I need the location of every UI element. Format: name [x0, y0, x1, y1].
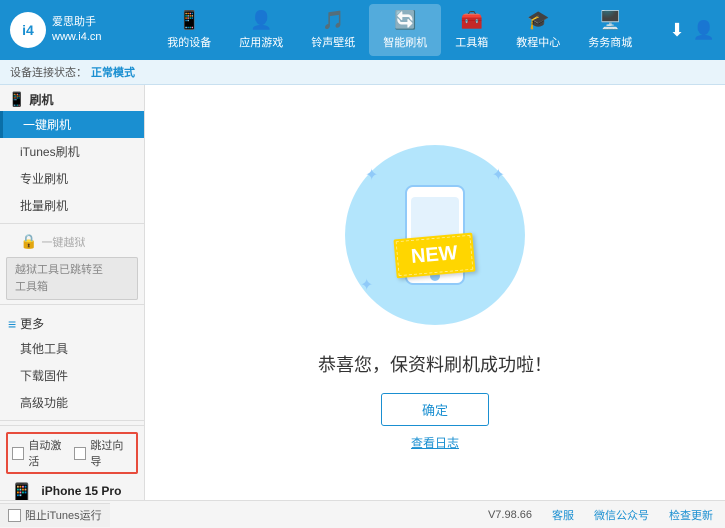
status-prefix: 设备连接状态： — [10, 64, 87, 80]
device-phone-icon: 📱 — [8, 482, 35, 500]
sidebar-item-advanced[interactable]: 高级功能 — [0, 389, 144, 416]
device-name: iPhone 15 Pro Max — [41, 482, 136, 500]
logo-line1: 爱思助手 — [52, 15, 102, 30]
sidebar: 📱 刷机 一键刷机 iTunes刷机 专业刷机 批量刷机 🔒 一键越狱 越狱工具… — [0, 85, 145, 500]
logo: i4 爱思助手 www.i4.cn — [10, 12, 130, 48]
sidebar-divider-2 — [0, 304, 144, 305]
device-details: iPhone 15 Pro Max 512GB iPhone — [41, 482, 136, 500]
success-illustration: ✦ ✦ ✦ NEW — [335, 135, 535, 335]
tab-apps-games-label: 应用游戏 — [239, 34, 283, 50]
new-ribbon: NEW — [393, 232, 475, 278]
main-layout: 📱 刷机 一键刷机 iTunes刷机 专业刷机 批量刷机 🔒 一键越狱 越狱工具… — [0, 85, 725, 500]
tab-smart-flash-label: 智能刷机 — [383, 34, 427, 50]
auto-activate-row: 自动激活 跳过向导 — [6, 432, 138, 474]
logo-icon: i4 — [10, 12, 46, 48]
sidebar-item-pro-flash[interactable]: 专业刷机 — [0, 165, 144, 192]
logo-circle-text: i4 — [22, 22, 34, 38]
stop-itunes-label: 阻止iTunes运行 — [25, 507, 102, 523]
header-right: ⬇ 👤 — [669, 20, 715, 41]
auto-activate-label[interactable]: 自动激活 — [28, 437, 70, 469]
sidebar-item-download-firmware[interactable]: 下载固件 — [0, 362, 144, 389]
sidebar-divider-1 — [0, 223, 144, 224]
tab-toolbox-icon: 🧰 — [461, 10, 483, 31]
version-label: V7.98.66 — [488, 509, 532, 521]
sidebar-item-one-key-flash[interactable]: 一键刷机 — [0, 111, 144, 138]
sidebar-divider-3 — [0, 420, 144, 421]
content-area: ✦ ✦ ✦ NEW 恭喜您，保资料刷机成功啦！ 确定 查看日志 — [145, 85, 725, 500]
tab-apps-games-icon: 👤 — [250, 10, 272, 31]
sparkle-top-left-icon: ✦ — [365, 165, 378, 185]
tab-tutorial[interactable]: 🎓 教程中心 — [502, 4, 574, 56]
tab-smart-flash[interactable]: 🔄 智能刷机 — [369, 4, 441, 56]
ok-button[interactable]: 确定 — [381, 393, 489, 426]
tab-tutorial-label: 教程中心 — [516, 34, 560, 50]
flash-icon: 📱 — [8, 91, 25, 108]
check-update-link[interactable]: 检查更新 — [669, 507, 713, 523]
tab-my-device[interactable]: 📱 我的设备 — [153, 4, 225, 56]
success-message: 恭喜您，保资料刷机成功啦！ — [318, 351, 552, 377]
tab-tutorial-icon: 🎓 — [527, 10, 549, 31]
tab-service[interactable]: 🖥️ 务务商城 — [574, 4, 646, 56]
tab-service-icon: 🖥️ — [599, 10, 621, 31]
sidebar-flash-header: 📱 刷机 — [0, 85, 144, 111]
header: i4 爱思助手 www.i4.cn 📱 我的设备 👤 应用游戏 🎵 铃声壁纸 🔄… — [0, 0, 725, 60]
logo-line2: www.i4.cn — [52, 30, 102, 45]
lock-icon: 🔒 — [20, 233, 37, 250]
sidebar-item-other-tools[interactable]: 其他工具 — [0, 335, 144, 362]
tab-toolbox-label: 工具箱 — [455, 34, 488, 50]
nav-tabs: 📱 我的设备 👤 应用游戏 🎵 铃声壁纸 🔄 智能刷机 🧰 工具箱 🎓 教程中心… — [130, 4, 669, 56]
download-button[interactable]: ⬇ — [669, 20, 684, 41]
more-icon: ≡ — [8, 316, 16, 332]
tab-toolbox[interactable]: 🧰 工具箱 — [441, 4, 502, 56]
status-bar: 设备连接状态： 正常模式 — [0, 60, 725, 85]
bottom-right: V7.98.66 客服 微信公众号 检查更新 — [476, 507, 725, 523]
skip-guide-label[interactable]: 跳过向导 — [90, 437, 132, 469]
logo-text: 爱思助手 www.i4.cn — [52, 15, 102, 46]
sparkle-bottom-left-icon: ✦ — [360, 275, 373, 295]
stop-itunes-section: 阻止iTunes运行 — [0, 503, 110, 527]
view-log-link[interactable]: 查看日志 — [411, 434, 459, 451]
tab-ringtones[interactable]: 🎵 铃声壁纸 — [297, 4, 369, 56]
tab-my-device-icon: 📱 — [178, 10, 200, 31]
wechat-link[interactable]: 微信公众号 — [594, 507, 649, 523]
tab-my-device-label: 我的设备 — [167, 34, 211, 50]
sidebar-jailbreak-notice: 越狱工具已跳转至工具箱 — [6, 257, 138, 300]
skip-guide-checkbox[interactable] — [74, 447, 86, 460]
stop-itunes-checkbox[interactable] — [8, 509, 21, 522]
bottom-bar: 阻止iTunes运行 V7.98.66 客服 微信公众号 检查更新 — [0, 500, 725, 528]
phone-container: NEW — [405, 185, 465, 285]
sidebar-item-batch-flash[interactable]: 批量刷机 — [0, 192, 144, 219]
tab-ringtones-icon: 🎵 — [322, 10, 344, 31]
user-button[interactable]: 👤 — [693, 20, 715, 41]
sparkle-top-right-icon: ✦ — [492, 165, 505, 185]
sidebar-more-header: ≡ 更多 — [0, 309, 144, 335]
auto-activate-checkbox[interactable] — [12, 447, 24, 460]
device-info: 📱 iPhone 15 Pro Max 512GB iPhone — [6, 478, 138, 500]
device-section: 自动激活 跳过向导 📱 iPhone 15 Pro Max 512GB iPho… — [0, 425, 144, 500]
tab-ringtones-label: 铃声壁纸 — [311, 34, 355, 50]
tab-service-label: 务务商城 — [588, 34, 632, 50]
sidebar-item-itunes-flash[interactable]: iTunes刷机 — [0, 138, 144, 165]
customer-service-link[interactable]: 客服 — [552, 507, 574, 523]
tab-apps-games[interactable]: 👤 应用游戏 — [225, 4, 297, 56]
sidebar-jailbreak-header: 🔒 一键越狱 — [0, 228, 144, 255]
flash-header-label: 刷机 — [29, 91, 53, 108]
status-mode: 正常模式 — [91, 64, 135, 80]
tab-smart-flash-icon: 🔄 — [394, 10, 416, 31]
ribbon-text: NEW — [410, 242, 458, 268]
circle-background: ✦ ✦ ✦ NEW — [345, 145, 525, 325]
